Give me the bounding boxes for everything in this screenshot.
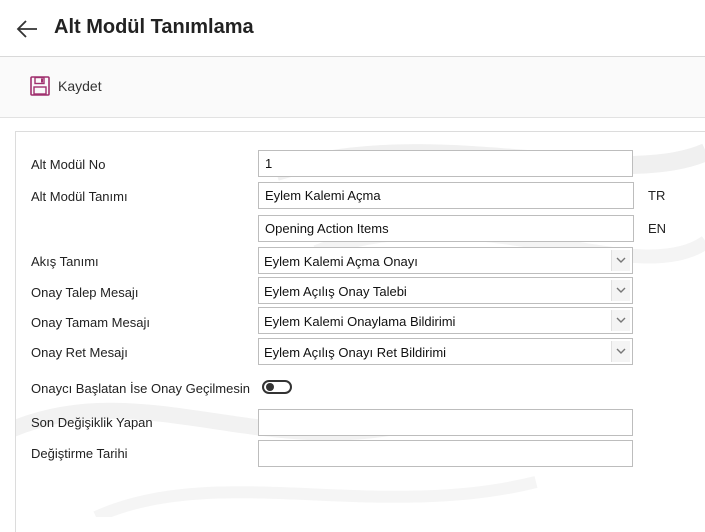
approval-reject-select[interactable]: Eylem Açılış Onayı Ret Bildirimi [258,338,633,365]
skip-approval-toggle[interactable] [262,380,292,394]
chevron-down-icon [611,280,630,301]
modified-date-input[interactable] [258,440,633,467]
arrow-left-icon [16,20,37,38]
sub-module-name-label: Alt Modül Tanımı [31,189,128,204]
chevron-down-icon [611,250,630,271]
sub-module-name-en-input[interactable] [258,215,634,242]
flow-label: Akış Tanımı [31,254,99,269]
toggle-knob [266,383,274,391]
approval-request-select-value: Eylem Açılış Onay Talebi [264,284,407,299]
approval-reject-label: Onay Ret Mesajı [31,345,128,360]
approval-reject-select-value: Eylem Açılış Onayı Ret Bildirimi [264,345,447,360]
approval-request-select[interactable]: Eylem Açılış Onay Talebi [258,277,633,304]
back-button[interactable] [14,16,40,42]
sub-module-name-tr-input[interactable] [258,182,634,209]
form-panel: Alt Modül No Alt Modül Tanımı TR EN Akış… [15,131,705,532]
flow-select[interactable]: Eylem Kalemi Açma Onayı [258,247,633,274]
toolbar: Kaydet [0,57,705,118]
lang-tag-en: EN [648,221,667,236]
approval-complete-select[interactable]: Eylem Kalemi Onaylama Bildirimi [258,307,633,334]
sub-module-no-input[interactable] [258,150,633,177]
page-header: Alt Modül Tanımlama [0,0,705,57]
modified-date-label: Değiştirme Tarihi [31,446,128,461]
flow-select-value: Eylem Kalemi Açma Onayı [264,254,418,269]
approval-complete-label: Onay Tamam Mesajı [31,315,150,330]
page-title: Alt Modül Tanımlama [54,16,254,38]
last-modified-by-label: Son Değişiklik Yapan [31,415,153,430]
chevron-down-icon [611,341,630,362]
lang-tag-tr: TR [648,188,666,203]
approval-complete-select-value: Eylem Kalemi Onaylama Bildirimi [264,314,456,329]
approval-request-label: Onay Talep Mesajı [31,285,139,300]
chevron-down-icon [611,310,630,331]
save-button-label: Kaydet [58,78,102,94]
sub-module-no-label: Alt Modül No [31,157,106,172]
skip-approval-label: Onaycı Başlatan İse Onay Geçilmesin [31,381,250,396]
last-modified-by-input[interactable] [258,409,633,436]
floppy-disk-icon [30,76,50,96]
save-button[interactable]: Kaydet [30,75,102,97]
